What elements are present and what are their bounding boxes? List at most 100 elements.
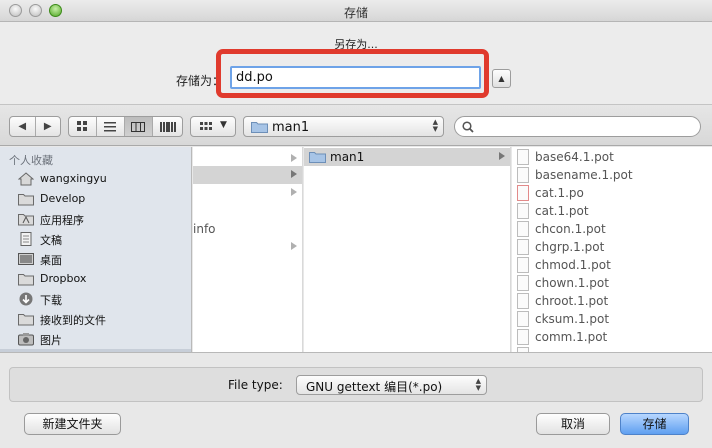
list-item[interactable]: cksum.1.pot — [512, 310, 712, 328]
list-item[interactable]: basename.1.pot — [512, 166, 712, 184]
sidebar: 个人收藏 wangxingyu Develop 应用程序 文稿 桌面 Dropb… — [0, 147, 192, 352]
favorites-header: 个人收藏 — [9, 154, 53, 167]
sidebar-item-dropbox[interactable]: Dropbox — [0, 269, 191, 289]
chevron-right-icon: ▶ — [43, 121, 52, 132]
view-mode-buttons — [68, 116, 183, 137]
chevron-right-icon — [291, 170, 297, 178]
cancel-button[interactable]: 取消 — [536, 413, 610, 435]
arrange-grid-icon — [200, 122, 212, 130]
list-item[interactable] — [193, 238, 302, 256]
list-item[interactable]: comm.1.pot — [512, 328, 712, 346]
column-view-button[interactable] — [124, 117, 154, 136]
arrange-menu-button[interactable]: ▼ — [190, 116, 236, 137]
list-item[interactable] — [193, 184, 302, 202]
file-icon — [517, 329, 529, 345]
sidebar-item-label: 接收到的文件 — [40, 314, 106, 327]
dialog-footer: File type: GNU gettext 编目(*.po) ▲ ▼ 新建文件夹… — [0, 352, 712, 448]
list-item[interactable]: chgrp.1.pot — [512, 238, 712, 256]
file-type-bar: File type: GNU gettext 编目(*.po) ▲ ▼ — [9, 367, 703, 402]
downloads-icon — [19, 292, 33, 306]
file-type-select[interactable]: GNU gettext 编目(*.po) ▲ ▼ — [296, 375, 487, 395]
browser-column-3[interactable]: base64.1.pot basename.1.pot cat.1.po cat… — [512, 147, 712, 352]
list-item[interactable]: base64.1.pot — [512, 148, 712, 166]
browser-toolbar: ◀ ▶ ▼ man1 ▲ ▼ — [0, 104, 712, 146]
chevron-right-icon — [291, 242, 297, 250]
search-icon — [462, 121, 474, 133]
columns-icon — [131, 122, 146, 132]
new-folder-button[interactable]: 新建文件夹 — [24, 413, 121, 435]
sidebar-item-develop[interactable]: Develop — [0, 189, 191, 209]
applications-icon — [18, 214, 34, 226]
list-item-label: chgrp.1.pot — [535, 240, 605, 254]
sidebar-item-received-files[interactable]: 接收到的文件 — [0, 309, 191, 329]
icon-view-button[interactable] — [69, 117, 97, 136]
path-popup[interactable]: man1 ▲ ▼ — [243, 116, 444, 137]
list-item[interactable]: chroot.1.pot — [512, 292, 712, 310]
title-bar: 存储 — [0, 0, 712, 22]
list-item[interactable] — [193, 166, 302, 184]
list-item[interactable]: info — [193, 220, 302, 238]
list-item-label: chmod.1.pot — [535, 258, 611, 272]
browser-column-1[interactable]: info — [193, 147, 303, 352]
sidebar-item-applications[interactable]: 应用程序 — [0, 209, 191, 229]
list-item[interactable]: chcon.1.pot — [512, 220, 712, 238]
sidebar-item-label: 图片 — [40, 334, 62, 347]
list-item-label: info — [193, 222, 216, 236]
coverflow-view-button[interactable] — [153, 117, 182, 136]
sidebar-item-label: 桌面 — [40, 254, 62, 267]
chevron-right-icon — [291, 188, 297, 196]
file-icon — [517, 221, 529, 237]
list-item-label: cat.1.po — [535, 186, 584, 200]
list-item-label: chown.1.pot — [535, 276, 609, 290]
expand-dialog-button[interactable]: ▲ — [492, 69, 511, 88]
folder-icon — [251, 122, 268, 133]
documents-icon — [20, 232, 32, 246]
list-item-label: chroot.1.pot — [535, 294, 609, 308]
search-field[interactable] — [454, 116, 701, 137]
stepper-arrows-icon: ▲ ▼ — [475, 377, 481, 392]
home-icon — [18, 172, 34, 186]
chevron-left-icon: ◀ — [18, 121, 27, 132]
chevron-right-icon — [499, 152, 505, 160]
window-title: 存储 — [343, 6, 368, 20]
save-header: 另存为... 存储为： dd.po ▲ — [0, 22, 712, 104]
sidebar-item-pictures[interactable]: 图片 — [0, 329, 191, 349]
file-icon — [517, 311, 529, 327]
list-view-button[interactable] — [97, 117, 125, 136]
back-button[interactable]: ◀ — [10, 117, 36, 136]
sidebar-item-documents[interactable]: 文稿 — [0, 229, 191, 249]
save-button[interactable]: 存储 — [620, 413, 689, 435]
sidebar-item-home[interactable]: wangxingyu — [0, 169, 191, 189]
sidebar-item-label: 应用程序 — [40, 214, 84, 227]
list-item-man1[interactable]: man1 — [304, 148, 510, 166]
folder-icon — [18, 274, 34, 286]
folder-icon — [18, 314, 34, 326]
chevron-right-icon — [291, 154, 297, 162]
file-icon — [517, 239, 529, 255]
stepper-arrows-icon: ▲ ▼ — [432, 118, 438, 133]
sidebar-item-label: 下载 — [40, 294, 62, 307]
list-item[interactable]: cat.1.po — [512, 184, 712, 202]
file-icon — [517, 257, 529, 273]
list-item[interactable]: chown.1.pot — [512, 274, 712, 292]
forward-button[interactable]: ▶ — [36, 117, 61, 136]
desktop-icon — [18, 253, 34, 265]
list-item[interactable]: cat.1.pot — [512, 202, 712, 220]
filename-input[interactable]: dd.po — [230, 66, 481, 89]
folder-icon — [18, 194, 34, 206]
pdf-file-icon — [517, 185, 529, 201]
sidebar-item-label: wangxingyu — [40, 172, 107, 185]
file-icon — [517, 203, 529, 219]
camera-icon — [18, 333, 34, 346]
list-item-label: cksum.1.pot — [535, 312, 610, 326]
list-icon — [104, 122, 117, 132]
sidebar-item-desktop[interactable]: 桌面 — [0, 249, 191, 269]
list-item-label: comm.1.pot — [535, 330, 608, 344]
sidebar-item-downloads[interactable]: 下载 — [0, 289, 191, 309]
file-icon — [517, 167, 529, 183]
list-item[interactable]: chmod.1.pot — [512, 256, 712, 274]
grid-icon — [76, 121, 87, 131]
back-forward-buttons: ◀ ▶ — [9, 116, 61, 137]
browser-column-2[interactable]: man1 — [304, 147, 511, 352]
list-item-label: chcon.1.pot — [535, 222, 606, 236]
